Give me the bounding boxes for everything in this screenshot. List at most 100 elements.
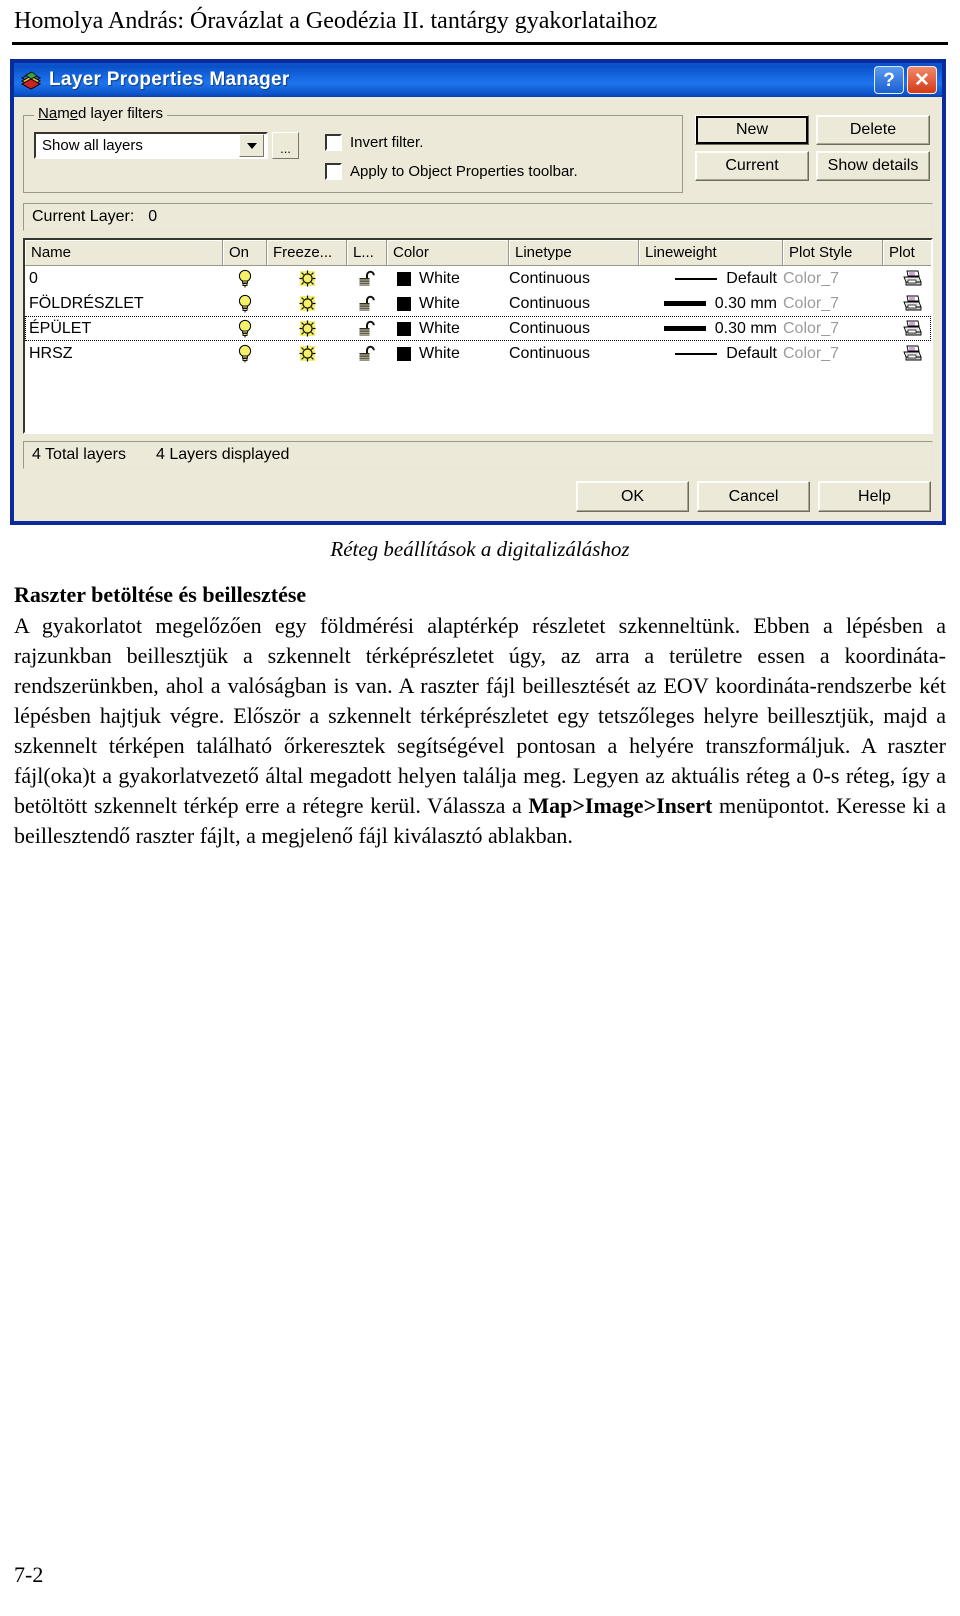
dialog-top-row: Named layer filters Named layer filters … [23, 105, 933, 193]
cell-plot-style: Color_7 [783, 319, 840, 337]
lineweight-preview-icon [663, 301, 706, 306]
lineweight-value: 0.30 mm [714, 319, 777, 337]
invert-filter-checkbox[interactable] [325, 134, 342, 151]
unlocked-padlock-icon[interactable] [347, 316, 387, 341]
sun-icon[interactable] [267, 291, 347, 316]
invert-filter-row[interactable]: Invert filter. [325, 128, 578, 157]
column-header-on[interactable]: On [223, 240, 267, 265]
total-layers-text: 4 Total layers [32, 446, 126, 463]
layer-list[interactable]: Name On Freeze... L... Color Linetype Li… [23, 238, 933, 434]
table-row[interactable]: 0 White Continuous Default Color_7 [25, 266, 931, 291]
bulb-on-icon[interactable] [223, 291, 267, 316]
cancel-button[interactable]: Cancel [697, 481, 810, 512]
cell-lineweight[interactable]: Default [639, 266, 783, 291]
table-row[interactable]: ÉPÜLET White Continuous 0.30 mm Color_7 [25, 316, 931, 341]
sun-icon[interactable] [267, 316, 347, 341]
color-swatch-icon [397, 346, 411, 361]
dialog-action-buttons: New Delete Current Show details [695, 115, 930, 187]
printer-icon[interactable] [883, 291, 931, 316]
cell-layer-name[interactable]: HRSZ [25, 341, 223, 366]
printer-icon[interactable] [883, 316, 931, 341]
help-titlebar-button[interactable]: ? [874, 66, 904, 94]
dialog-title: Layer Properties Manager [49, 69, 290, 90]
dialog-titlebar[interactable]: Layer Properties Manager ? ✕ [14, 63, 942, 97]
chevron-down-icon[interactable] [239, 134, 264, 157]
column-header-plot[interactable]: Plot [883, 240, 931, 265]
unlocked-padlock-icon[interactable] [347, 341, 387, 366]
delete-button[interactable]: Delete [816, 115, 930, 145]
layer-filter-value: Show all layers [42, 137, 143, 154]
printer-icon[interactable] [883, 341, 931, 366]
color-swatch-icon [397, 321, 411, 336]
lineweight-preview-icon [675, 352, 718, 355]
named-layer-filters-group: Named layer filters Named layer filters … [23, 105, 683, 193]
current-layer-label: Current Layer: [32, 208, 135, 225]
layer-filter-combo-wrap: Show all layers ... [34, 132, 299, 159]
unlocked-padlock-icon[interactable] [347, 266, 387, 291]
figure-caption: Réteg beállítások a digitalizáláshoz [330, 537, 630, 561]
current-button[interactable]: Current [695, 151, 809, 181]
column-header-lineweight[interactable]: Lineweight [639, 240, 783, 265]
help-button[interactable]: Help [818, 481, 931, 512]
page-number: 7-2 [14, 1562, 44, 1587]
cell-linetype[interactable]: Continuous [509, 291, 639, 316]
close-icon[interactable]: ✕ [907, 66, 937, 94]
table-row[interactable]: FÖLDRÉSZLET White Continuous 0.30 mm Color_7 [25, 291, 931, 316]
lineweight-value: Default [726, 269, 777, 287]
cell-color[interactable]: White [387, 316, 509, 341]
bulb-on-icon[interactable] [223, 316, 267, 341]
bulb-on-icon[interactable] [223, 266, 267, 291]
figure-dialog-screenshot: Layer Properties Manager ? ✕ Named layer… [8, 59, 952, 525]
show-details-button[interactable]: Show details [816, 151, 930, 181]
current-layer-bar: Current Layer: 0 [23, 203, 933, 231]
cell-lineweight[interactable]: Default [639, 341, 783, 366]
cell-layer-name[interactable]: FÖLDRÉSZLET [25, 291, 223, 316]
cell-color[interactable]: White [387, 291, 509, 316]
ok-button[interactable]: OK [576, 481, 689, 512]
column-header-plot-style[interactable]: Plot Style [783, 240, 883, 265]
apply-toolbar-label: Apply to Object Properties toolbar. [350, 163, 578, 180]
running-head-rule [12, 42, 948, 45]
column-header-color[interactable]: Color [387, 240, 509, 265]
cell-color[interactable]: White [387, 266, 509, 291]
cell-lineweight[interactable]: 0.30 mm [639, 316, 783, 341]
cell-color[interactable]: White [387, 341, 509, 366]
cell-layer-name[interactable]: 0 [25, 266, 223, 291]
filters-inner: Show all layers ... Invert filter. Apply… [34, 128, 672, 186]
layers-icon [20, 69, 42, 91]
lineweight-preview-icon [663, 326, 706, 331]
layer-filter-select[interactable]: Show all layers [34, 132, 268, 159]
bulb-on-icon[interactable] [223, 341, 267, 366]
unlocked-padlock-icon[interactable] [347, 291, 387, 316]
sun-icon[interactable] [267, 341, 347, 366]
displayed-layers-text: 4 Layers displayed [155, 446, 290, 463]
column-header-name[interactable]: Name [25, 240, 223, 265]
layer-filter-ellipsis-button[interactable]: ... [272, 132, 299, 159]
column-header-linetype[interactable]: Linetype [509, 240, 639, 265]
table-row[interactable]: HRSZ White Continuous Default Color_7 [25, 341, 931, 366]
layer-properties-manager-dialog: Layer Properties Manager ? ✕ Named layer… [10, 59, 946, 525]
column-header-freeze[interactable]: Freeze... [267, 240, 347, 265]
body-text-part1: A gyakorlatot megelőzően egy földmérési … [14, 613, 946, 818]
cell-layer-name[interactable]: ÉPÜLET [25, 316, 223, 341]
cell-plot-style: Color_7 [783, 344, 840, 362]
layer-status-bar: 4 Total layers 4 Layers displayed [23, 441, 933, 469]
cell-linetype[interactable]: Continuous [509, 266, 639, 291]
color-swatch-icon [397, 271, 411, 286]
cell-linetype[interactable]: Continuous [509, 316, 639, 341]
cell-linetype[interactable]: Continuous [509, 341, 639, 366]
column-header-lock[interactable]: L... [347, 240, 387, 265]
dialog-body: Named layer filters Named layer filters … [14, 97, 942, 521]
lineweight-value: Default [726, 344, 777, 362]
new-button[interactable]: New [695, 115, 809, 145]
cell-plot-style: Color_7 [783, 269, 840, 287]
apply-toolbar-row[interactable]: Apply to Object Properties toolbar. [325, 157, 578, 186]
button-row-1: New Delete [695, 115, 930, 145]
printer-icon[interactable] [883, 266, 931, 291]
lineweight-preview-icon [675, 277, 718, 280]
menu-path-bold: Map>Image>Insert [528, 793, 713, 818]
sun-icon[interactable] [267, 266, 347, 291]
named-layer-filters-legend: Named layer filters [34, 105, 168, 122]
cell-lineweight[interactable]: 0.30 mm [639, 291, 783, 316]
apply-toolbar-checkbox[interactable] [325, 163, 342, 180]
